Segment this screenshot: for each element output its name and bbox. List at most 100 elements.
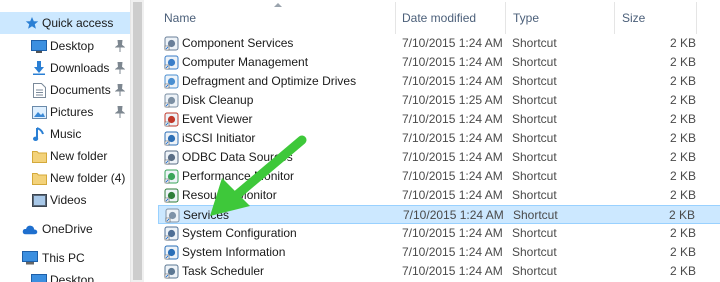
odbc-icon <box>164 150 179 165</box>
column-divider[interactable] <box>696 2 697 34</box>
file-size: 2 KB <box>668 208 695 222</box>
services-icon <box>165 208 180 223</box>
nav-label: Downloads <box>50 61 110 75</box>
navigation-pane: Quick access Desktop Downloads Documents <box>0 0 130 282</box>
computer-icon <box>22 251 38 265</box>
sort-ascending-icon <box>274 3 282 7</box>
file-type: Shortcut <box>512 131 557 145</box>
folder-icon <box>31 171 47 185</box>
file-name: Component Services <box>182 36 294 50</box>
file-name: System Information <box>182 245 286 259</box>
column-header-type[interactable]: Type <box>513 11 539 25</box>
nav-label: New folder <box>50 149 108 163</box>
file-row-event-viewer[interactable]: Event Viewer 7/10/2015 1:24 AM Shortcut 2 K… <box>158 110 720 129</box>
file-size: 2 KB <box>669 226 696 240</box>
component-services-icon <box>164 36 179 51</box>
cloud-icon <box>22 222 38 236</box>
nav-item-documents[interactable]: Documents <box>0 79 130 101</box>
column-header-name[interactable]: Name <box>164 11 196 25</box>
column-divider[interactable] <box>395 2 396 34</box>
nav-item-videos[interactable]: Videos <box>0 189 130 211</box>
column-divider[interactable] <box>614 2 615 34</box>
file-type: Shortcut <box>512 264 557 278</box>
file-row-defragment[interactable]: Defragment and Optimize Drives 7/10/2015 … <box>158 72 720 91</box>
file-type: Shortcut <box>512 36 557 50</box>
file-date: 7/10/2015 1:24 AM <box>402 264 503 278</box>
defragment-icon <box>164 74 179 89</box>
download-icon <box>31 61 47 75</box>
system-configuration-icon <box>164 226 179 241</box>
pin-icon[interactable] <box>114 39 126 52</box>
file-date: 7/10/2015 1:24 AM <box>402 169 503 183</box>
nav-label: OneDrive <box>42 222 93 236</box>
file-date: 7/10/2015 1:24 AM <box>403 208 504 222</box>
file-type: Shortcut <box>512 169 557 183</box>
file-row-task-scheduler[interactable]: Task Scheduler 7/10/2015 1:24 AM Shortcut 2… <box>158 262 720 281</box>
nav-item-new-folder-4[interactable]: New folder (4) <box>0 167 130 189</box>
file-row-component-services[interactable]: Component Services 7/10/2015 1:24 AM Short… <box>158 34 720 53</box>
file-date: 7/10/2015 1:24 AM <box>402 36 503 50</box>
nav-item-music[interactable]: Music <box>0 123 130 145</box>
file-type: Shortcut <box>512 150 557 164</box>
file-date: 7/10/2015 1:24 AM <box>402 55 503 69</box>
nav-item-onedrive[interactable]: OneDrive <box>0 218 130 240</box>
nav-item-new-folder[interactable]: New folder <box>0 145 130 167</box>
nav-item-desktop[interactable]: Desktop <box>0 35 130 57</box>
file-name: Task Scheduler <box>182 264 265 278</box>
desktop-icon <box>31 273 47 282</box>
file-type: Shortcut <box>512 245 557 259</box>
pin-icon[interactable] <box>114 61 126 74</box>
nav-label: Music <box>50 127 82 141</box>
file-row-system-configuration[interactable]: System Configuration 7/10/2015 1:24 AM Sho… <box>158 224 720 243</box>
folder-icon <box>31 149 47 163</box>
file-name: Computer Management <box>182 55 309 69</box>
event-viewer-icon <box>164 112 179 127</box>
column-divider[interactable] <box>505 2 506 34</box>
file-type: Shortcut <box>512 55 557 69</box>
file-type: Shortcut <box>513 208 558 222</box>
file-name: System Configuration <box>182 226 297 240</box>
file-size: 2 KB <box>669 74 696 88</box>
scrollbar-thumb[interactable] <box>133 2 142 280</box>
videos-icon <box>31 193 47 207</box>
file-type: Shortcut <box>512 188 557 202</box>
file-date: 7/10/2015 1:24 AM <box>402 188 503 202</box>
nav-item-this-pc[interactable]: This PC <box>0 247 130 269</box>
navigation-scrollbar[interactable] <box>130 0 144 282</box>
resource-monitor-icon <box>164 188 179 203</box>
music-icon <box>31 126 47 141</box>
star-icon <box>24 16 40 30</box>
file-date: 7/10/2015 1:24 AM <box>402 150 503 164</box>
nav-item-pictures[interactable]: Pictures <box>0 101 130 123</box>
file-date: 7/10/2015 1:24 AM <box>402 112 503 126</box>
file-size: 2 KB <box>669 112 696 126</box>
file-date: 7/10/2015 1:24 AM <box>402 74 503 88</box>
task-scheduler-icon <box>164 264 179 279</box>
file-size: 2 KB <box>669 188 696 202</box>
file-date: 7/10/2015 1:24 AM <box>402 226 503 240</box>
nav-label: Pictures <box>50 105 94 119</box>
file-type: Shortcut <box>512 112 557 126</box>
nav-item-downloads[interactable]: Downloads <box>0 57 130 79</box>
file-name: Defragment and Optimize Drives <box>182 74 357 88</box>
column-header-size[interactable]: Size <box>622 11 645 25</box>
file-row-disk-cleanup[interactable]: Disk Cleanup 7/10/2015 1:25 AM Shortcut 2 K… <box>158 91 720 110</box>
file-type: Shortcut <box>512 93 557 107</box>
file-size: 2 KB <box>669 131 696 145</box>
file-type: Shortcut <box>512 74 557 88</box>
pin-icon[interactable] <box>114 105 126 118</box>
disk-cleanup-icon <box>164 93 179 108</box>
nav-label: Videos <box>50 193 87 207</box>
nav-item-quick-access[interactable]: Quick access <box>0 12 130 34</box>
file-row-computer-management[interactable]: Computer Management 7/10/2015 1:24 AM Shor… <box>158 53 720 72</box>
file-name: Event Viewer <box>182 112 253 126</box>
file-size: 2 KB <box>669 55 696 69</box>
nav-item-this-pc-desktop[interactable]: Desktop <box>0 269 130 282</box>
documents-icon <box>31 82 47 98</box>
file-size: 2 KB <box>669 245 696 259</box>
pin-icon[interactable] <box>114 83 126 96</box>
pictures-icon <box>31 105 47 119</box>
file-type: Shortcut <box>512 226 557 240</box>
column-header-date[interactable]: Date modified <box>402 11 476 25</box>
file-row-system-information[interactable]: System Information 7/10/2015 1:24 AM Short… <box>158 243 720 262</box>
